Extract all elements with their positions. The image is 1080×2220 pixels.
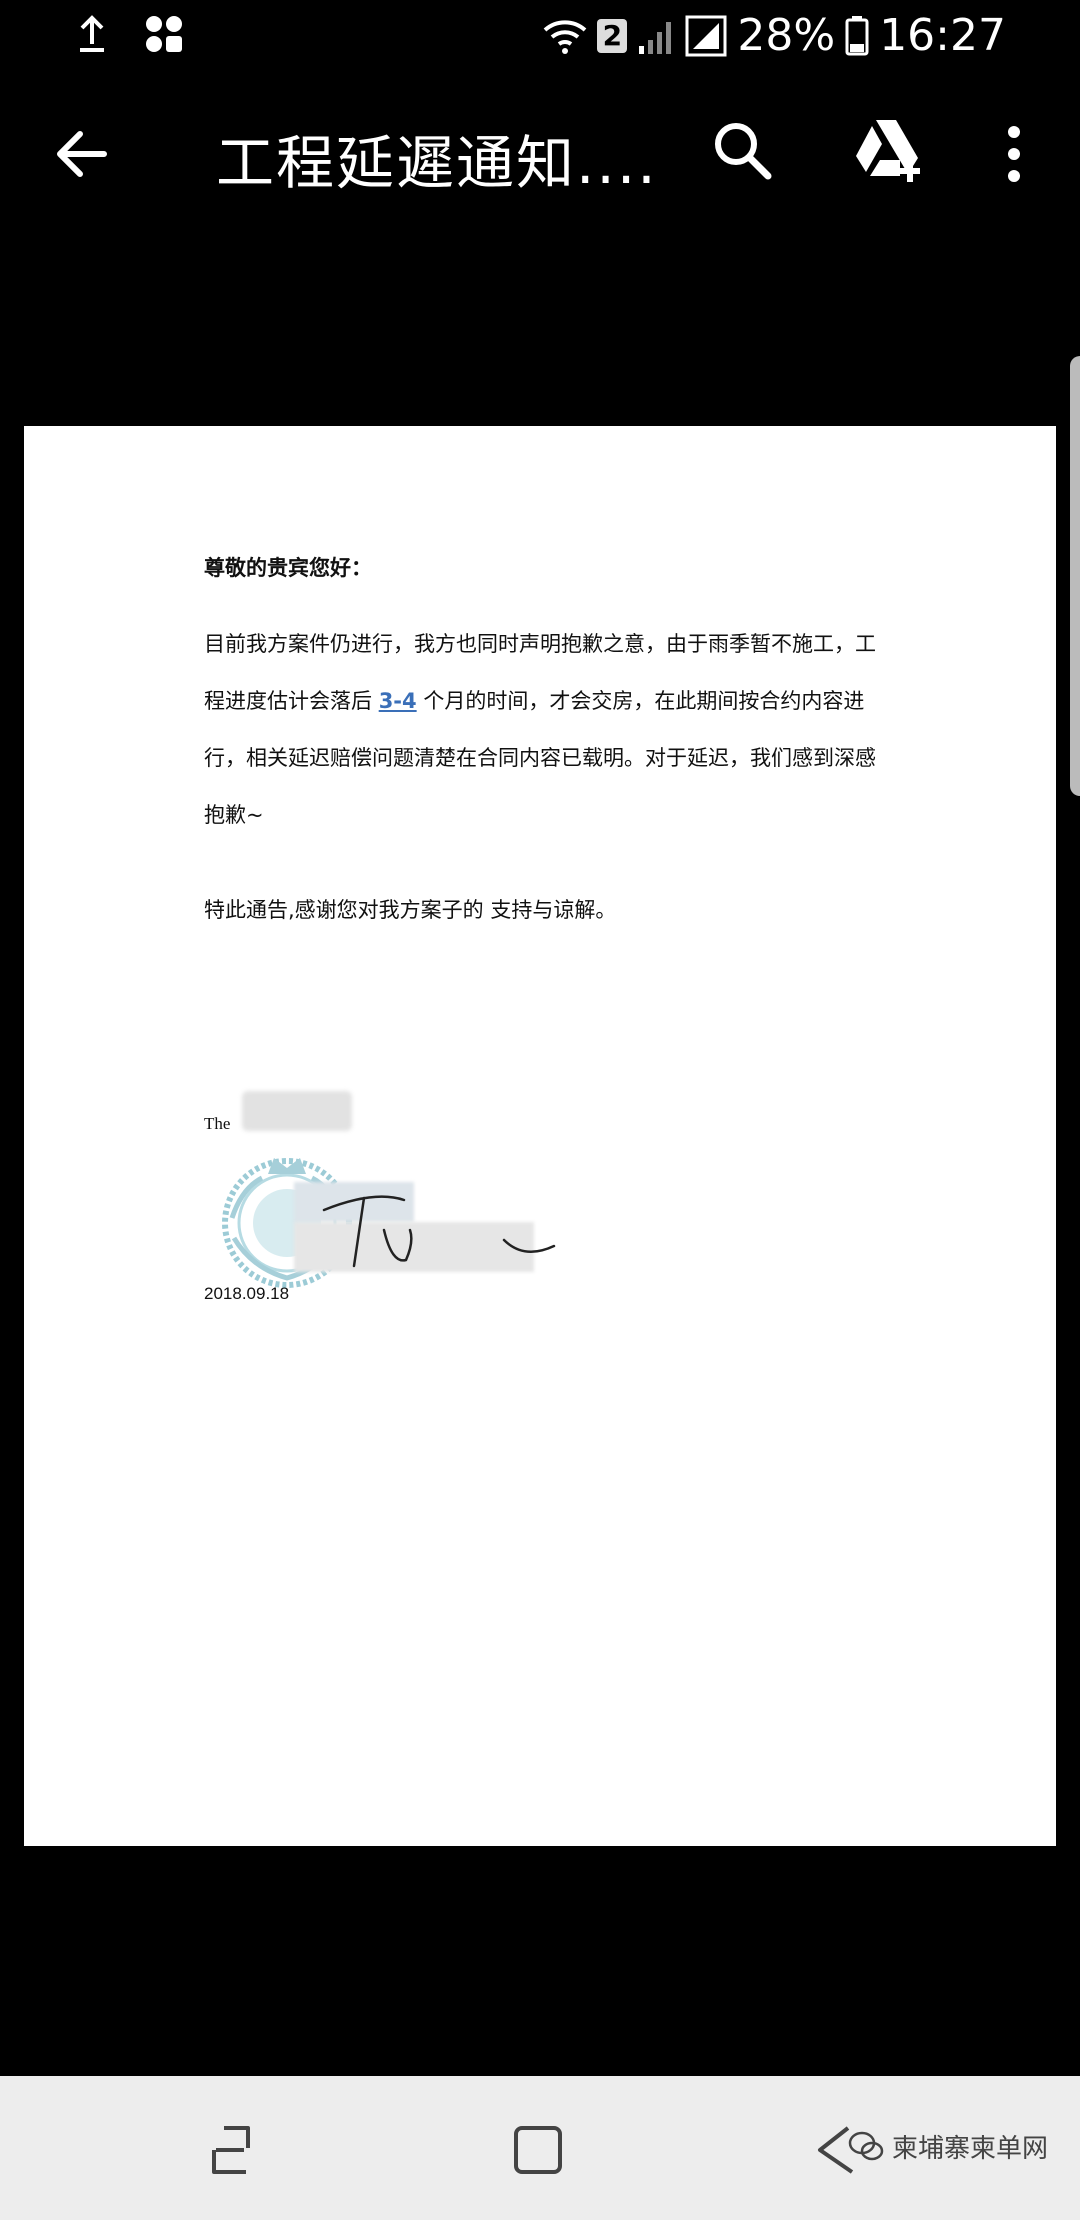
back-arrow-icon[interactable] bbox=[52, 124, 112, 184]
navigation-bar: 柬埔寨柬单网 bbox=[0, 2076, 1080, 2220]
sim-slot-badge: 2 bbox=[597, 18, 628, 53]
recent-apps-icon[interactable] bbox=[208, 2122, 264, 2178]
search-icon[interactable] bbox=[710, 118, 774, 182]
upload-icon bbox=[76, 14, 108, 58]
greeting: 尊敬的贵宾您好： bbox=[204, 556, 372, 580]
delay-months-highlight: 3-4 bbox=[378, 689, 417, 713]
signal-icon bbox=[685, 15, 727, 57]
redacted-name bbox=[242, 1091, 352, 1131]
status-bar: 2 28% 16:27 bbox=[0, 0, 1080, 72]
home-icon[interactable] bbox=[510, 2122, 566, 2178]
drive-add-icon[interactable] bbox=[852, 116, 924, 184]
signature-prefix: The bbox=[204, 1114, 231, 1133]
more-vert-icon[interactable] bbox=[994, 124, 1034, 184]
document-date: 2018.09.18 bbox=[204, 1284, 290, 1303]
handwritten-signature bbox=[322, 1195, 556, 1268]
battery-icon bbox=[845, 15, 869, 56]
watermark: 柬埔寨柬单网 bbox=[848, 2128, 1048, 2165]
closing-line: 特此通告,感谢您对我方案子的 支持与谅解。 bbox=[204, 898, 617, 922]
body-paragraph: 目前我方案件仍进行，我方也同时声明抱歉之意，由于雨季暂不施工，工程进度估计会落后… bbox=[204, 616, 884, 844]
app-notification-icon bbox=[144, 14, 184, 58]
battery-level: 28% bbox=[737, 10, 836, 61]
clock: 16:27 bbox=[879, 10, 1006, 61]
document-page: 尊敬的贵宾您好： 目前我方案件仍进行，我方也同时声明抱歉之意，由于雨季暂不施工，… bbox=[24, 426, 1056, 1846]
app-bar: 工程延遲通知.... bbox=[0, 72, 1080, 240]
wechat-icon bbox=[848, 2131, 884, 2160]
watermark-text: 柬埔寨柬单网 bbox=[892, 2134, 1049, 2164]
wifi-icon bbox=[543, 16, 587, 56]
scroll-handle[interactable] bbox=[1070, 356, 1080, 796]
document-title: 工程延遲通知.... bbox=[216, 129, 658, 197]
signal-weak-icon bbox=[637, 16, 675, 56]
